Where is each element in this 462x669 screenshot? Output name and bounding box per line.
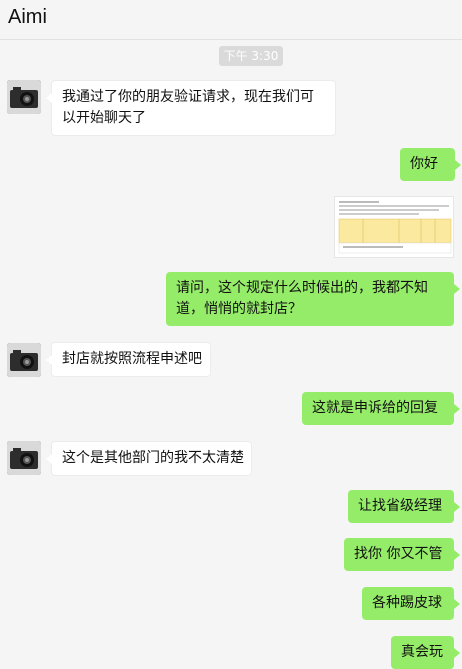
contact-avatar[interactable] xyxy=(7,80,41,114)
message-received: 我通过了你的朋友验证请求，现在我们可以开始聊天了 xyxy=(46,80,336,136)
message-sent: 各种踢皮球 xyxy=(362,587,460,620)
camera-avatar-icon xyxy=(7,80,41,114)
contact-avatar[interactable] xyxy=(7,343,41,377)
message-sent: 让找省级经理 xyxy=(348,490,460,523)
message-sent: 真会玩 xyxy=(391,636,460,669)
camera-avatar-icon xyxy=(7,441,41,475)
message-sent: 这就是申诉给的回复 xyxy=(302,392,460,425)
timestamp: 下午 3:30 xyxy=(219,46,283,66)
message-sent: 你好 xyxy=(400,148,461,181)
document-screenshot-icon xyxy=(338,201,452,254)
message-received: 封店就按照流程申述吧 xyxy=(46,342,211,377)
image-message[interactable] xyxy=(334,196,454,258)
chat-title: Aimi xyxy=(8,6,47,28)
contact-avatar[interactable] xyxy=(7,441,41,475)
camera-avatar-icon xyxy=(7,343,41,377)
message-sent: 请问，这个规定什么时候出的，我都不知道，悄悄的就封店？ xyxy=(166,272,460,326)
message-received: 这个是其他部门的我不太清楚 xyxy=(46,441,252,476)
chat-header: Aimi xyxy=(0,0,462,40)
message-sent: 找你 你又不管 xyxy=(344,538,460,571)
